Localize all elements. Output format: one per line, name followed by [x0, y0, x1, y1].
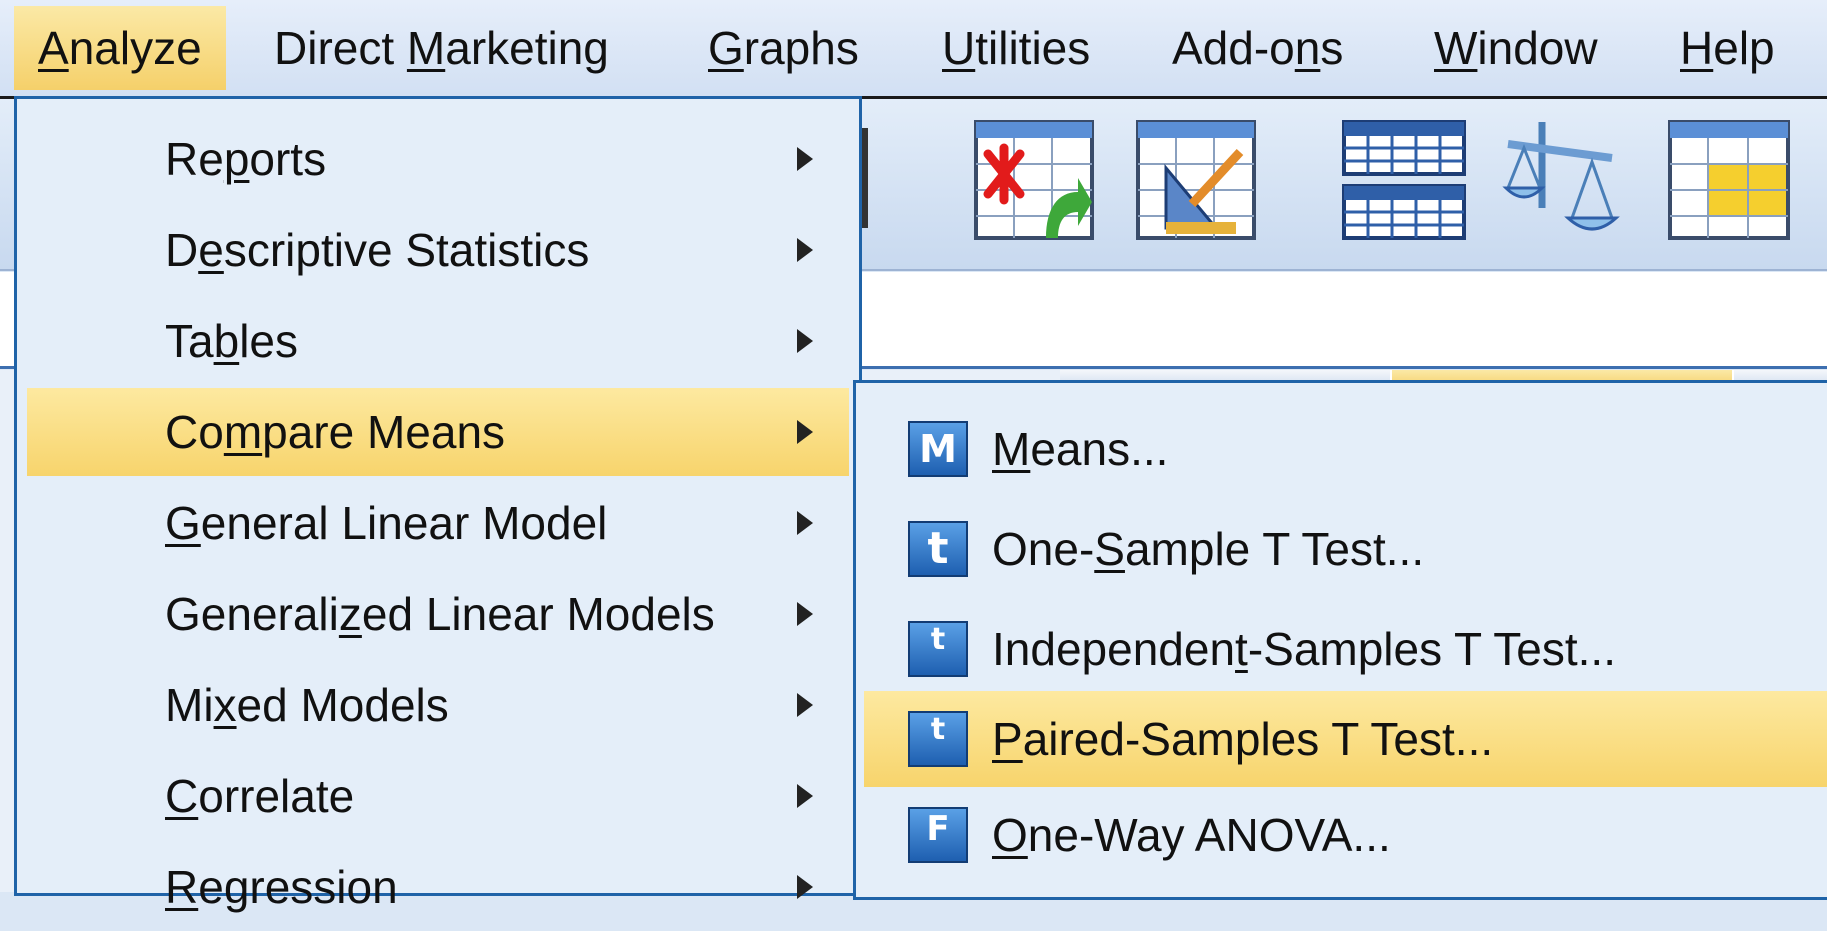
submenu-arrow-icon — [797, 602, 813, 626]
menu-window-rest: indow — [1477, 22, 1598, 74]
submenu-arrow-icon — [797, 875, 813, 899]
menu-utilities-rest: tilities — [975, 22, 1091, 74]
submenu-arrow-icon — [797, 784, 813, 808]
menu-item-tables[interactable]: Tables — [27, 297, 849, 385]
menu-item-label: Descriptive Statistics — [165, 224, 590, 276]
menu-item-label: One-Way ANOVA... — [992, 809, 1391, 861]
menu-item-reports[interactable]: Reports — [27, 115, 849, 203]
menu-help-mnemonic: H — [1680, 22, 1714, 74]
menu-graphs-mnemonic: G — [708, 22, 744, 74]
menu-window-mnemonic: W — [1434, 22, 1478, 74]
menu-item-mixed-models[interactable]: Mixed Models — [27, 661, 849, 749]
t-test-icon: t — [908, 521, 968, 577]
submenu-arrow-icon — [797, 420, 813, 444]
menu-item-paired-samples-t-test[interactable]: t Paired-Samples T Test... — [864, 691, 1827, 787]
analyze-menu: Reports Descriptive Statistics Tables Co… — [14, 96, 862, 913]
means-icon: M — [908, 421, 968, 477]
menu-add-ons-pre: Add-o — [1172, 22, 1295, 74]
menu-item-label: Generalized Linear Models — [165, 588, 715, 640]
menu-item-one-way-anova[interactable]: F One-Way ANOVA... — [864, 787, 1827, 883]
menu-direct-marketing-rest: arketing — [445, 22, 609, 74]
menu-item-regression[interactable]: Regression — [27, 843, 849, 931]
menu-utilities[interactable]: Utilities — [918, 6, 1114, 90]
menu-item-generalized-linear-models[interactable]: Generalized Linear Models — [27, 570, 849, 658]
menu-analyze-mnemonic: A — [38, 22, 69, 74]
independent-t-icon: t — [908, 621, 968, 677]
paired-t-icon: t — [908, 711, 968, 767]
menu-item-label: Independent-Samples T Test... — [992, 623, 1616, 675]
menu-help-rest: elp — [1713, 22, 1775, 74]
menu-item-label: Correlate — [165, 770, 355, 822]
menu-item-descriptive-statistics[interactable]: Descriptive Statistics — [27, 206, 849, 294]
menu-add-ons-mnemonic: n — [1294, 22, 1321, 74]
menu-item-correlate[interactable]: Correlate — [27, 752, 849, 840]
menu-analyze-rest: nalyze — [68, 22, 202, 74]
menu-item-label: Compare Means — [165, 406, 506, 458]
menu-direct-marketing-pre: Direct — [274, 22, 407, 74]
menu-item-compare-means[interactable]: Compare Means — [27, 388, 849, 476]
menu-help[interactable]: Help — [1656, 6, 1799, 90]
menu-graphs[interactable]: Graphs — [684, 6, 883, 90]
submenu-arrow-icon — [797, 147, 813, 171]
menu-utilities-mnemonic: U — [942, 22, 976, 74]
menu-add-ons-rest: s — [1320, 22, 1344, 74]
split-file-icon[interactable] — [1136, 118, 1256, 242]
submenu-arrow-icon — [797, 693, 813, 717]
menu-item-label: Paired-Samples T Test... — [992, 713, 1494, 765]
menu-item-label: Mixed Models — [165, 679, 449, 731]
menu-item-general-linear-model[interactable]: General Linear Model — [27, 479, 849, 567]
menu-item-label: Regression — [165, 861, 398, 913]
menu-graphs-rest: raphs — [743, 22, 859, 74]
menu-direct-marketing[interactable]: Direct Marketing — [250, 6, 633, 90]
menu-window[interactable]: Window — [1410, 6, 1622, 90]
anova-icon: F — [908, 807, 968, 863]
select-cases-icon[interactable] — [974, 118, 1094, 242]
submenu-arrow-icon — [797, 329, 813, 353]
menu-item-label: Tables — [165, 315, 298, 367]
menu-item-label: Means... — [992, 423, 1169, 475]
menu-direct-marketing-mnemonic: M — [406, 22, 446, 74]
menu-item-label: General Linear Model — [165, 497, 608, 549]
menu-analyze[interactable]: Analyze — [14, 6, 226, 90]
menu-bar: Analyze Direct Marketing Graphs Utilitie… — [0, 0, 1827, 99]
menu-item-independent-samples-t-test[interactable]: t Independent-Samples T Test... — [864, 601, 1827, 697]
compare-means-submenu: M Means... t One-Sample T Test... t Inde… — [853, 380, 1827, 900]
menu-item-label: One-Sample T Test... — [992, 523, 1425, 575]
weight-cases-icon[interactable] — [1342, 118, 1466, 242]
menu-item-one-sample-t-test[interactable]: t One-Sample T Test... — [864, 501, 1827, 597]
menu-add-ons[interactable]: Add-ons — [1148, 6, 1367, 90]
submenu-arrow-icon — [797, 511, 813, 535]
variables-icon[interactable] — [1668, 118, 1790, 242]
menu-item-label: Reports — [165, 133, 327, 185]
value-labels-icon[interactable] — [1502, 118, 1622, 242]
submenu-arrow-icon — [797, 238, 813, 262]
menu-item-means[interactable]: M Means... — [864, 401, 1827, 497]
